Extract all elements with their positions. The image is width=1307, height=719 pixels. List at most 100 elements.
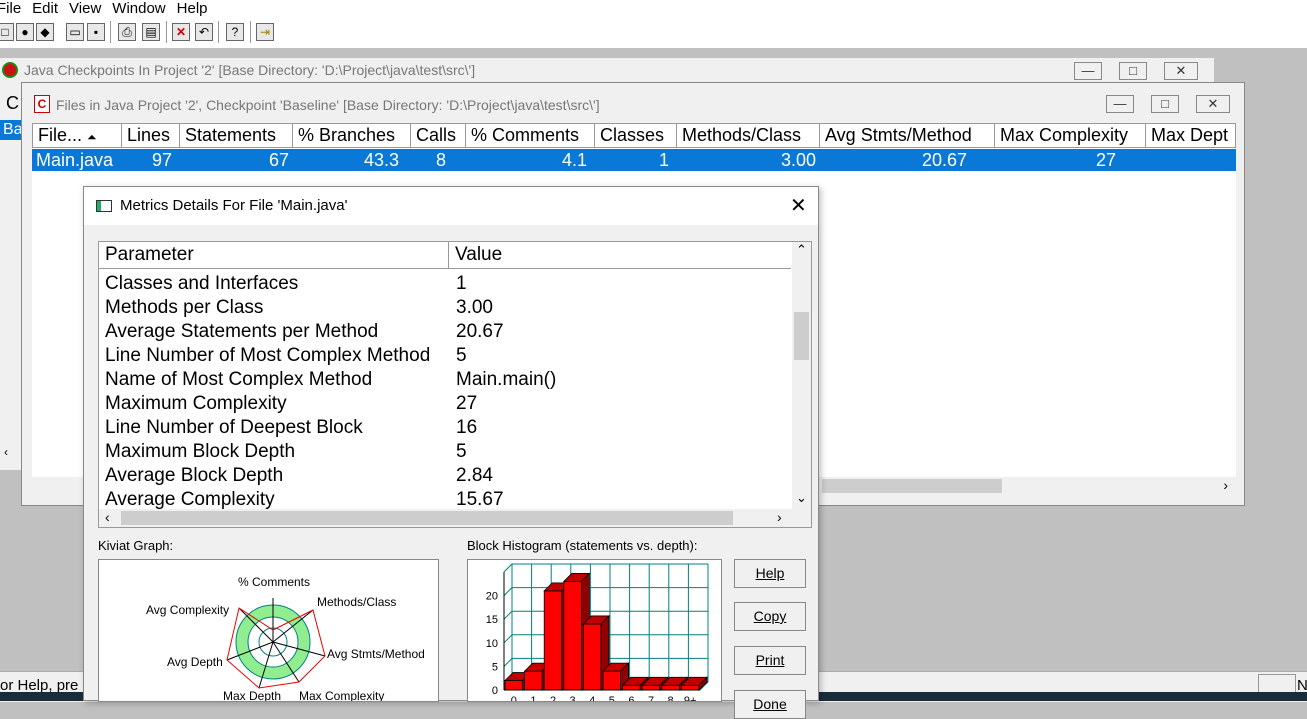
histogram-bar bbox=[641, 684, 661, 691]
print-button[interactable]: Print bbox=[734, 646, 806, 675]
list-hscroll[interactable]: ‹ › bbox=[99, 509, 811, 527]
menu-help[interactable]: Help bbox=[172, 0, 214, 17]
col-lines[interactable]: Lines bbox=[122, 123, 180, 148]
histogram-bar bbox=[602, 670, 622, 691]
new-icon[interactable]: □ bbox=[0, 23, 14, 41]
col-value[interactable]: Value bbox=[449, 242, 791, 268]
list-item[interactable]: Maximum Complexity 27 bbox=[105, 392, 477, 416]
dialog-app-icon bbox=[96, 200, 112, 212]
list-item[interactable]: Average Block Depth 2.84 bbox=[105, 464, 493, 488]
col-calls[interactable]: Calls bbox=[411, 123, 466, 148]
scroll-right-icon[interactable]: › bbox=[1223, 477, 1228, 493]
files-window-title: Files in Java Project '2', Checkpoint 'B… bbox=[56, 97, 600, 113]
scroll-right-icon[interactable]: › bbox=[777, 509, 782, 525]
exit-icon[interactable]: ⇥ bbox=[256, 23, 274, 41]
metrics-list-header: Parameter Value bbox=[99, 242, 791, 269]
close-icon[interactable]: ✕ bbox=[790, 187, 807, 225]
col-max-complexity[interactable]: Max Complexity bbox=[995, 123, 1146, 148]
help-button[interactable]: Help bbox=[734, 559, 806, 588]
scroll-thumb[interactable] bbox=[121, 511, 733, 525]
list-item[interactable]: Methods per Class 3.00 bbox=[105, 296, 493, 320]
table-row[interactable]: Main.java 97 67 43.3 8 4.1 1 3.00 20.67 … bbox=[32, 149, 1236, 171]
kiviat-svg: % Comments Methods/Class Avg Stmts/Metho… bbox=[146, 575, 425, 701]
sort-asc-icon: ⏶ bbox=[87, 130, 97, 144]
dialog-title: Metrics Details For File 'Main.java' bbox=[120, 197, 348, 214]
histogram-bar bbox=[563, 581, 582, 691]
col-file[interactable]: File... ⏶ bbox=[32, 123, 122, 148]
col-comments[interactable]: % Comments bbox=[466, 123, 595, 148]
y-tick-label: 5 bbox=[492, 661, 498, 673]
back-window-left-strip: C Ba ‹ bbox=[0, 90, 23, 470]
col-parameter[interactable]: Parameter bbox=[99, 242, 449, 268]
save-icon[interactable]: ▪ bbox=[87, 23, 105, 41]
print-icon[interactable]: ⎙ bbox=[118, 23, 136, 41]
menu-window[interactable]: Window bbox=[107, 0, 171, 17]
maximize-icon[interactable]: □ bbox=[1119, 62, 1147, 80]
grid-line bbox=[503, 587, 513, 596]
scroll-down-icon[interactable]: ⌄ bbox=[796, 490, 807, 506]
kiviat-axis-avg-stmts: Avg Stmts/Method bbox=[327, 647, 425, 661]
col-methods-class[interactable]: Methods/Class bbox=[677, 123, 820, 148]
grid-line bbox=[503, 563, 513, 573]
list-item[interactable]: Average Statements per Method 20.67 bbox=[105, 320, 504, 344]
kiviat-label: Kiviat Graph: bbox=[98, 538, 174, 553]
files-window-icon: C bbox=[34, 95, 50, 113]
scroll-left-icon[interactable]: ‹ bbox=[105, 509, 110, 525]
toolbar: □ ● ◆ ▭ ▪ ⎙ ▤ ✕ ↶ ? ⇥ bbox=[0, 17, 1307, 49]
project-icon[interactable]: ◆ bbox=[36, 23, 54, 41]
histogram-bar bbox=[622, 684, 641, 691]
metrics-list: Parameter Value Classes and Interfaces 1 … bbox=[98, 241, 812, 528]
menu-view[interactable]: View bbox=[64, 0, 107, 17]
maximize-icon[interactable]: □ bbox=[1151, 95, 1179, 113]
delete-icon[interactable]: ✕ bbox=[172, 23, 190, 41]
files-grid-header: File... ⏶ Lines Statements % Branches Ca… bbox=[32, 123, 1236, 148]
col-classes[interactable]: Classes bbox=[595, 123, 677, 148]
list-item[interactable]: Name of Most Complex Method Main.main() bbox=[105, 368, 556, 392]
done-button[interactable]: Done bbox=[734, 690, 806, 719]
col-branches[interactable]: % Branches bbox=[293, 123, 411, 148]
checkpoint-icon[interactable]: ● bbox=[16, 23, 34, 41]
kiviat-axis-methods-class: Methods/Class bbox=[317, 595, 396, 609]
y-tick-label: 20 bbox=[486, 591, 498, 603]
cell-calls: 8 bbox=[435, 150, 446, 170]
kiviat-graph: % Comments Methods/Class Avg Stmts/Metho… bbox=[98, 559, 439, 702]
grid-line bbox=[503, 634, 513, 644]
close-icon[interactable]: ✕ bbox=[1196, 95, 1230, 113]
scroll-thumb[interactable] bbox=[822, 479, 1002, 493]
back-window-row-selected[interactable]: Ba bbox=[0, 120, 22, 140]
copy-button[interactable]: Copy bbox=[734, 602, 806, 631]
context-help-icon[interactable]: ? bbox=[226, 23, 244, 41]
preview-icon[interactable]: ▤ bbox=[142, 23, 160, 41]
cell-classes: 1 bbox=[658, 150, 669, 170]
back-window-col-c: C bbox=[6, 93, 19, 113]
undo-icon[interactable]: ↶ bbox=[195, 23, 213, 41]
histogram-bar bbox=[524, 670, 543, 691]
col-avg-stmts[interactable]: Avg Stmts/Method bbox=[820, 123, 995, 148]
minimize-icon[interactable]: — bbox=[1074, 62, 1102, 80]
cell-max-depth bbox=[1146, 149, 1236, 171]
cell-avg-stmts: 20.67 bbox=[921, 150, 967, 170]
cell-file: Main.java bbox=[36, 150, 114, 170]
scroll-thumb[interactable] bbox=[794, 312, 809, 360]
cell-methods-class: 3.00 bbox=[780, 150, 816, 170]
block-histogram: 0 5 10 15 20 0 1 2 3 4 5 6 7 8 9+ bbox=[467, 559, 722, 702]
menu-file[interactable]: File bbox=[0, 0, 27, 17]
histogram-label: Block Histogram (statements vs. depth): bbox=[467, 538, 698, 553]
grid-line bbox=[503, 658, 513, 667]
open-folder-icon[interactable]: ▭ bbox=[66, 23, 84, 41]
histogram-svg: 051015200 1 2 3 4 5 6 7 8 9+ bbox=[486, 563, 709, 701]
list-item[interactable]: Line Number of Deepest Block 16 bbox=[105, 416, 477, 440]
menu-edit[interactable]: Edit bbox=[27, 0, 64, 17]
minimize-icon[interactable]: — bbox=[1106, 95, 1134, 113]
back-scroll-left-icon[interactable]: ‹ bbox=[4, 445, 8, 459]
col-max-depth[interactable]: Max Dept bbox=[1146, 123, 1236, 148]
histogram-bar bbox=[680, 684, 700, 691]
close-icon[interactable]: ✕ bbox=[1164, 62, 1198, 80]
list-item[interactable]: Maximum Block Depth 5 bbox=[105, 440, 467, 464]
list-vscroll[interactable]: ⌃ ⌄ bbox=[792, 242, 811, 510]
scroll-up-icon[interactable]: ⌃ bbox=[796, 242, 807, 258]
list-item[interactable]: Classes and Interfaces 1 bbox=[105, 272, 467, 296]
cell-lines: 97 bbox=[151, 150, 172, 170]
list-item[interactable]: Line Number of Most Complex Method 5 bbox=[105, 344, 467, 368]
col-statements[interactable]: Statements bbox=[180, 123, 293, 148]
